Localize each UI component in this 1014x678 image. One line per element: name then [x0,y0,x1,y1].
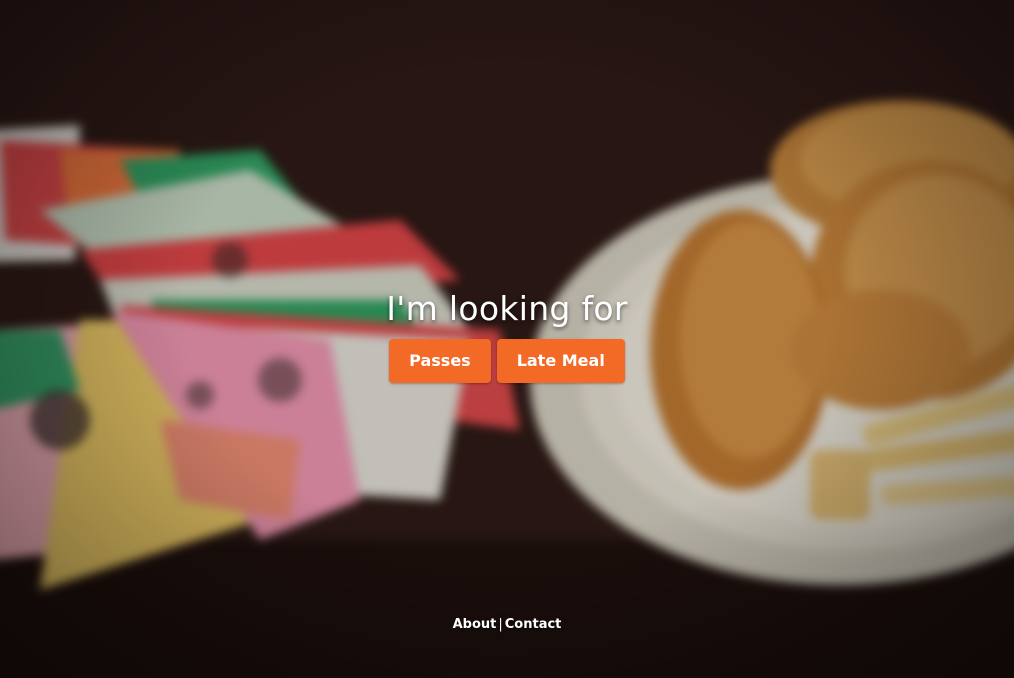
contact-link[interactable]: Contact [505,617,562,632]
late-meal-button[interactable]: Late Meal [496,339,625,383]
hero-title: I'm looking for [386,289,628,328]
footer: About | Contact [0,617,1014,632]
hero-button-group: Passes Late Meal [0,339,1014,383]
hero-section: I'm looking for Passes Late Meal [0,284,1014,383]
footer-separator: | [498,617,503,632]
passes-button[interactable]: Passes [389,339,491,383]
about-link[interactable]: About [453,617,497,632]
